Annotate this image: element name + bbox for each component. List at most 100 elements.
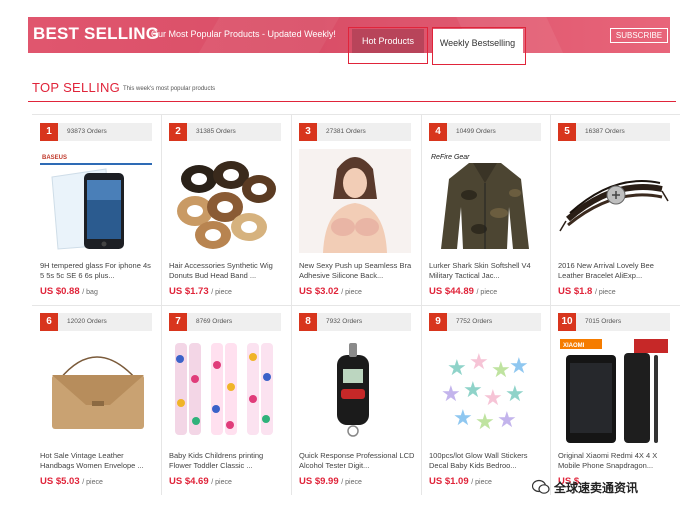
order-count: 27381 Orders xyxy=(326,128,366,135)
brand-logo: ReFire Gear xyxy=(431,154,470,161)
section-subtitle: This week's most popular products xyxy=(123,86,216,92)
price-value: US $5.03 xyxy=(40,476,80,487)
product-title[interactable]: 2016 New Arrival Lovely Bee Leather Brac… xyxy=(558,261,674,281)
price-value: US $44.89 xyxy=(429,286,474,297)
rank-bar: 1 93873 Orders xyxy=(40,123,152,141)
rank-bar: 7 8769 Orders xyxy=(169,313,281,331)
product-title[interactable]: 9H tempered glass For iphone 4s 5 5s 5c … xyxy=(40,261,156,281)
brand-logo: XIAOMI xyxy=(563,343,585,349)
product-price: US $9.99 / piece xyxy=(299,476,362,487)
rank-badge: 1 xyxy=(40,123,58,141)
product-title[interactable]: Quick Response Professional LCD Alcohol … xyxy=(299,451,415,471)
rank-bar: 4 10499 Orders xyxy=(429,123,541,141)
svg-text:★: ★ xyxy=(509,354,529,379)
product-title[interactable]: 100pcs/lot Glow Wall Stickers Decal Baby… xyxy=(429,451,545,471)
order-count: 31385 Orders xyxy=(196,128,236,135)
svg-text:★: ★ xyxy=(497,408,517,433)
product-image-silicone-bra-model[interactable] xyxy=(299,149,411,253)
product-image-hair-donut-bands[interactable] xyxy=(169,149,281,253)
order-count: 7752 Orders xyxy=(456,318,493,325)
section-divider xyxy=(28,101,676,102)
svg-text:★: ★ xyxy=(505,382,525,407)
banner-title: BEST SELLING xyxy=(33,24,160,43)
price-value: US $1.09 xyxy=(429,476,469,487)
product-image-envelope-handbag[interactable] xyxy=(40,339,152,443)
product-card[interactable]: 4 10499 Orders ReFire Gear Lurker Shark … xyxy=(421,115,550,305)
watermark: 全球速卖通资讯 xyxy=(532,478,638,496)
price-unit: / bag xyxy=(82,289,98,296)
product-title[interactable]: Baby Kids Childrens printing Flower Todd… xyxy=(169,451,285,471)
product-price: US $1.73 / piece xyxy=(169,286,232,297)
rank-bar: 6 12020 Orders xyxy=(40,313,152,331)
product-price: US $4.69 / piece xyxy=(169,476,232,487)
rank-badge: 9 xyxy=(429,313,447,331)
product-image-xiaomi-phone[interactable]: XIAOMI xyxy=(558,339,670,443)
product-image-leather-bracelet[interactable] xyxy=(558,149,670,253)
price-unit: / piece xyxy=(476,289,498,296)
rank-bar: 5 16387 Orders xyxy=(558,123,670,141)
product-card[interactable]: 5 16387 Orders 2016 New Arrival Lovely B… xyxy=(550,115,679,305)
product-title[interactable]: Hot Sale Vintage Leather Handbags Women … xyxy=(40,451,156,471)
price-unit: / piece xyxy=(82,479,103,486)
product-image-kids-floral-leggings[interactable] xyxy=(169,339,281,443)
rank-bar: 9 7752 Orders xyxy=(429,313,541,331)
rank-bar: 3 27381 Orders xyxy=(299,123,411,141)
subscribe-button[interactable]: SUBSCRIBE xyxy=(610,28,668,43)
order-count: 7932 Orders xyxy=(326,318,363,325)
price-unit: / piece xyxy=(471,479,492,486)
product-grid: 1 93873 Orders BASEUS 9H tempered glass … xyxy=(32,114,680,495)
price-unit: / piece xyxy=(341,289,362,296)
rank-bar: 2 31385 Orders xyxy=(169,123,281,141)
watermark-text: 全球速卖通资讯 xyxy=(554,480,639,495)
product-title[interactable]: New Sexy Push up Seamless Bra Adhesive S… xyxy=(299,261,415,281)
product-price: US $3.02 / piece xyxy=(299,286,362,297)
product-card[interactable]: 6 12020 Orders Hot Sale Vintage Leather … xyxy=(32,305,161,495)
order-count: 8769 Orders xyxy=(196,318,233,325)
rank-badge: 10 xyxy=(558,313,576,331)
order-count: 16387 Orders xyxy=(585,128,625,135)
price-unit: / piece xyxy=(211,289,232,296)
brand-logo: BASEUS xyxy=(42,155,67,161)
product-title[interactable]: Original Xiaomi Redmi 4X 4 X Mobile Phon… xyxy=(558,451,674,471)
svg-text:★: ★ xyxy=(463,378,483,403)
price-value: US $0.88 xyxy=(40,286,80,297)
rank-badge: 8 xyxy=(299,313,317,331)
order-count: 12020 Orders xyxy=(67,318,107,325)
rank-bar: 10 7015 Orders xyxy=(558,313,670,331)
price-value: US $4.69 xyxy=(169,476,209,487)
rank-badge: 3 xyxy=(299,123,317,141)
highlight-box xyxy=(432,27,526,65)
svg-text:★: ★ xyxy=(475,410,495,435)
product-card[interactable]: 10 7015 Orders XIAOMI Original Xiaomi Re… xyxy=(550,305,679,495)
svg-text:★: ★ xyxy=(491,358,511,383)
svg-text:★: ★ xyxy=(469,350,489,375)
product-image-phone-screen-protector[interactable]: BASEUS xyxy=(40,149,152,253)
price-value: US $1.73 xyxy=(169,286,209,297)
rank-badge: 2 xyxy=(169,123,187,141)
product-price: US $44.89 / piece xyxy=(429,286,497,297)
chat-bubble-icon xyxy=(532,479,550,494)
price-value: US $1.8 xyxy=(558,286,593,297)
product-price: US $1.09 / piece xyxy=(429,476,492,487)
product-image-glow-star-stickers[interactable]: ★ ★ ★ ★ ★ ★ ★ ★ ★ ★ ★ xyxy=(429,339,541,443)
product-card[interactable]: 3 27381 Orders New Sexy Push up Seamless… xyxy=(291,115,420,305)
product-price: US $0.88 / bag xyxy=(40,286,98,297)
product-card[interactable]: 7 8769 Orders Baby Kids Childrens printi… xyxy=(161,305,290,495)
price-unit: / piece xyxy=(594,289,616,296)
product-title[interactable]: Lurker Shark Skin Softshell V4 Military … xyxy=(429,261,545,281)
product-image-alcohol-tester[interactable] xyxy=(299,339,411,443)
product-card[interactable]: 1 93873 Orders BASEUS 9H tempered glass … xyxy=(32,115,161,305)
product-card[interactable]: 2 31385 Orders Hair Accessories Syntheti… xyxy=(161,115,290,305)
product-title[interactable]: Hair Accessories Synthetic Wig Donuts Bu… xyxy=(169,261,285,281)
order-count: 10499 Orders xyxy=(456,128,496,135)
order-count: 7015 Orders xyxy=(585,318,622,325)
product-card[interactable]: 8 7932 Orders Quick Response Professiona… xyxy=(291,305,420,495)
price-unit: / piece xyxy=(211,479,232,486)
product-card[interactable]: 9 7752 Orders ★ ★ ★ ★ ★ ★ ★ ★ ★ ★ ★ 100pcs/lo… xyxy=(421,305,550,495)
product-image-camo-tactical-jacket[interactable]: ReFire Gear xyxy=(429,149,541,253)
product-price: US $1.8 / piece xyxy=(558,286,616,297)
order-count: 93873 Orders xyxy=(67,128,107,135)
highlight-box xyxy=(348,27,428,64)
rank-badge: 6 xyxy=(40,313,58,331)
rank-badge: 7 xyxy=(169,313,187,331)
